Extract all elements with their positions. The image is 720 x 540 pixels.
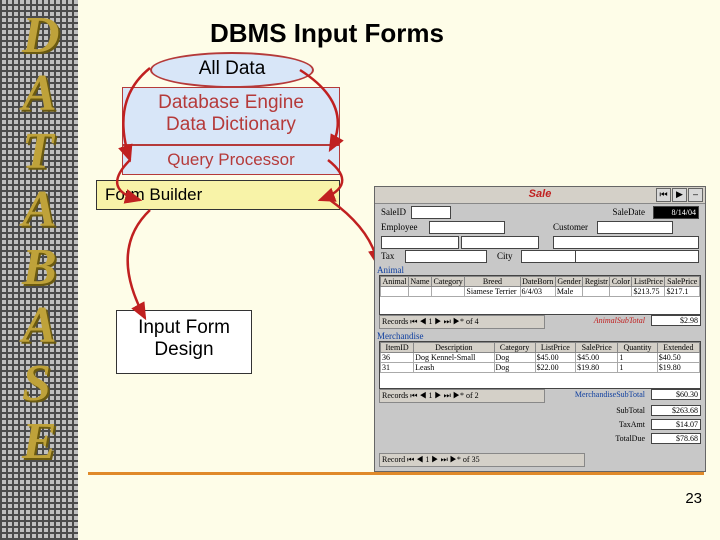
minimize-button[interactable]: –: [688, 188, 703, 202]
label-animal-subtotal: AnimalSubTotal: [594, 316, 645, 325]
label-saledate: SaleDate: [613, 207, 645, 217]
page-title: DBMS Input Forms: [210, 18, 444, 49]
block-database-engine: Database Engine Data Dictionary: [122, 87, 340, 145]
divider-rule: [88, 472, 704, 475]
recordnav-animal[interactable]: Records ⏮ ◀ 1 ▶ ⏭ ▶* of 4: [379, 315, 545, 329]
field-saledate[interactable]: 8/14/04: [653, 206, 699, 219]
input-form-l1: Input Form: [138, 317, 230, 338]
sidebar-letter: T: [22, 122, 54, 181]
form-titlebar: Sale ⏮ ▶ –: [375, 187, 705, 204]
form-title: Sale: [529, 188, 552, 200]
label-employee: Employee: [381, 222, 418, 232]
sidebar-letter: S: [22, 354, 51, 413]
form-sale-window: Sale ⏮ ▶ – SaleID SaleDate 8/14/04 Emplo…: [374, 186, 706, 472]
field-customer[interactable]: [597, 221, 673, 234]
field-cust-detail[interactable]: [553, 236, 699, 249]
page-number: 23: [685, 490, 702, 507]
label-taxamt: TaxAmt: [619, 420, 645, 429]
field-emp-detail1[interactable]: [381, 236, 459, 249]
sidebar-letter: A: [22, 180, 57, 239]
label-tax: Tax: [381, 251, 394, 261]
nav-next-button[interactable]: ▶: [672, 188, 687, 202]
sidebar-letter: A: [22, 296, 57, 355]
field-saleid[interactable]: [411, 206, 451, 219]
block-query-processor: Query Processor: [122, 145, 340, 175]
sidebar-letter: D: [22, 6, 60, 65]
field-employee[interactable]: [429, 221, 505, 234]
sidebar-database-letters: D A T A B A S E: [0, 0, 78, 540]
value-merch-subtotal: $60.30: [651, 389, 701, 400]
label-merch-subtotal: MerchandiseSubTotal: [575, 390, 645, 399]
recordnav-merch[interactable]: Records ⏮ ◀ 1 ▶ ⏭ ▶* of 2: [379, 389, 545, 403]
nav-first-button[interactable]: ⏮: [656, 188, 671, 202]
section-animal: Animal: [377, 265, 703, 275]
value-totaldue: $78.68: [651, 433, 701, 444]
grid-merchandise[interactable]: ItemIDDescriptionCategoryListPriceSalePr…: [379, 341, 701, 389]
sidebar-letter: A: [22, 64, 57, 123]
input-form-l2: Design: [154, 339, 213, 360]
field-city2[interactable]: [575, 250, 699, 263]
recordnav-outer[interactable]: Record ⏮ ◀ 1 ▶ ⏭ ▶* of 35: [379, 453, 585, 467]
sidebar-letter: B: [22, 238, 57, 297]
label-customer: Customer: [553, 222, 588, 232]
section-merchandise: Merchandise: [377, 331, 703, 341]
engine-line1: Database Engine: [158, 92, 304, 113]
value-subtotal: $263.68: [651, 405, 701, 416]
label-totaldue: TotalDue: [615, 434, 645, 443]
block-form-builder: Form Builder: [96, 180, 340, 210]
label-city: City: [497, 251, 513, 261]
value-taxamt: $14.07: [651, 419, 701, 430]
engine-line2: Data Dictionary: [166, 114, 296, 135]
field-emp-detail2[interactable]: [461, 236, 539, 249]
value-animal-subtotal: $2.98: [651, 315, 701, 326]
label-saleid: SaleID: [381, 207, 406, 217]
field-tax[interactable]: [405, 250, 487, 263]
label-subtotal: SubTotal: [616, 406, 645, 415]
grid-animal[interactable]: AnimalNameCategoryBreedDateBornGenderReg…: [379, 275, 701, 315]
sidebar-letter: E: [22, 412, 57, 471]
block-all-data: All Data: [150, 52, 314, 88]
block-input-form-design: Input Form Design: [116, 310, 252, 374]
field-city[interactable]: [521, 250, 577, 263]
